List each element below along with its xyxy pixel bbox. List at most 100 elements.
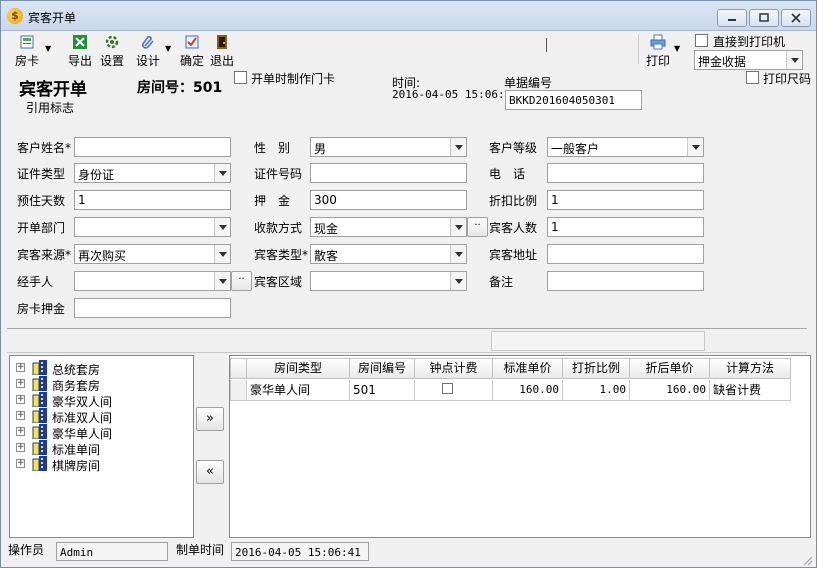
exit-icon xyxy=(217,35,227,49)
region-label: 宾客区域 xyxy=(254,275,303,289)
row-indicator[interactable] xyxy=(230,380,247,401)
expand-icon[interactable]: + xyxy=(16,379,25,388)
close-icon xyxy=(791,13,801,23)
address-label: 宾客地址 xyxy=(489,248,538,262)
id-type-label: 证件类型 xyxy=(17,167,66,181)
chevron-down-icon xyxy=(450,138,466,156)
address-field[interactable] xyxy=(547,244,704,264)
quote-flag-label: 引用标志 xyxy=(26,101,75,115)
column-header[interactable]: 折后单价 xyxy=(630,358,710,379)
confirm-icon xyxy=(185,35,199,49)
column-header[interactable]: 标准单价 xyxy=(493,358,563,379)
settings-button[interactable]: 设置 xyxy=(98,34,126,68)
customer-level-select[interactable]: 一般客户 xyxy=(547,137,704,157)
dept-label: 开单部门 xyxy=(17,221,66,235)
id-number-label: 证件号码 xyxy=(254,167,303,181)
cell-calc-method[interactable]: 缺省计费 xyxy=(710,380,791,401)
cell-discount[interactable]: 1.00 xyxy=(563,380,630,401)
confirm-button[interactable]: 确定 xyxy=(178,34,206,68)
chevron-down-icon xyxy=(687,138,703,156)
doc-no-field[interactable]: BKKD201604050301 xyxy=(505,90,642,110)
column-header[interactable]: 房间编号 xyxy=(350,358,415,379)
chevron-down-icon xyxy=(450,245,466,263)
id-number-field[interactable] xyxy=(310,163,467,183)
time-value: 2016-04-05 15:06:44 xyxy=(392,88,518,101)
expand-icon[interactable]: + xyxy=(16,363,25,372)
settings-icon xyxy=(105,35,119,49)
row-indicator-header xyxy=(230,358,247,379)
maximize-button[interactable] xyxy=(749,9,779,27)
guest-count-field[interactable]: 1 xyxy=(547,217,704,237)
restore-icon xyxy=(759,13,769,22)
form-title: 宾客开单 xyxy=(19,80,87,100)
print-dropdown-icon[interactable]: ▼ xyxy=(674,44,680,53)
title-bar[interactable]: $ 宾客开单 xyxy=(1,1,816,31)
column-header[interactable]: 房间类型 xyxy=(247,358,350,379)
source-select[interactable]: 再次购买 xyxy=(74,244,231,264)
export-button[interactable]: 导出 xyxy=(66,34,94,68)
stay-days-field[interactable]: 1 xyxy=(74,190,231,210)
room-card-dropdown-icon[interactable]: ▼ xyxy=(45,44,51,53)
cell-final-price[interactable]: 160.00 xyxy=(630,380,710,401)
made-time-field: 2016-04-05 15:06:41 xyxy=(231,542,369,561)
handler-select[interactable] xyxy=(74,271,231,291)
chevron-down-icon xyxy=(214,245,230,263)
direct-print-checkbox[interactable] xyxy=(695,34,708,47)
toolbar-separator xyxy=(546,38,547,52)
dept-select[interactable] xyxy=(74,217,231,237)
gender-select[interactable]: 男 xyxy=(310,137,467,157)
expand-icon[interactable]: + xyxy=(16,443,25,452)
column-header[interactable]: 计算方法 xyxy=(710,358,791,379)
cell-hourly[interactable] xyxy=(415,380,493,401)
remove-room-button[interactable]: « xyxy=(196,460,224,484)
guest-type-select[interactable]: 散客 xyxy=(310,244,467,264)
remark-field[interactable] xyxy=(547,271,704,291)
discount-label: 折扣比例 xyxy=(489,194,538,208)
add-room-button[interactable]: » xyxy=(196,407,224,431)
print-button[interactable]: 打印 xyxy=(644,34,672,68)
room-card-icon xyxy=(20,35,34,49)
selected-rooms-grid[interactable]: 房间类型 房间编号 钟点计费 标准单价 打折比例 折后单价 计算方法 豪华单人间… xyxy=(229,355,811,538)
cell-room-number[interactable]: 501 xyxy=(350,380,415,401)
card-deposit-field[interactable] xyxy=(74,298,231,318)
hourly-checkbox[interactable] xyxy=(442,383,453,394)
customer-name-field[interactable] xyxy=(74,137,231,157)
customer-name-label: 客户姓名* xyxy=(17,141,72,155)
expand-icon[interactable]: + xyxy=(16,427,25,436)
expand-icon[interactable]: + xyxy=(16,459,25,468)
cell-room-type[interactable]: 豪华单人间 xyxy=(247,380,350,401)
column-header[interactable]: 打折比例 xyxy=(563,358,630,379)
stay-days-label: 预住天数 xyxy=(17,194,66,208)
deposit-field[interactable]: 300 xyxy=(310,190,467,210)
gender-label: 性 别 xyxy=(254,141,291,155)
column-header[interactable]: 钟点计费 xyxy=(415,358,493,379)
payment-more-button[interactable]: ·· xyxy=(467,217,488,237)
phone-field[interactable] xyxy=(547,163,704,183)
make-card-checkbox[interactable] xyxy=(234,71,247,84)
expand-icon[interactable]: + xyxy=(16,395,25,404)
resize-grip-icon[interactable] xyxy=(801,554,813,566)
guest-checkin-window: $ 宾客开单 房卡 ▼ 导出 设置 设计 ▼ 确定 退出 打印 ▼ 直接到打印机… xyxy=(0,0,817,568)
print-code-checkbox[interactable] xyxy=(746,71,759,84)
room-type-tree[interactable]: + 总统套房 + 商务套房 + 豪华双人间 + 标准双人间 + 豪华单人间 + … xyxy=(9,355,194,538)
exit-button[interactable]: 退出 xyxy=(208,34,236,68)
region-select[interactable] xyxy=(310,271,467,291)
export-icon xyxy=(73,35,87,49)
design-button[interactable]: 设计 xyxy=(134,34,162,68)
building-icon xyxy=(32,408,47,423)
close-button[interactable] xyxy=(781,9,811,27)
building-icon xyxy=(32,456,47,471)
payment-select[interactable]: 现金 xyxy=(310,217,467,237)
paperclip-icon xyxy=(142,35,154,49)
cell-standard-price[interactable]: 160.00 xyxy=(493,380,563,401)
room-card-button[interactable]: 房卡 xyxy=(12,34,42,68)
summary-panel xyxy=(491,331,705,351)
print-template-select[interactable]: 押金收据 xyxy=(694,50,803,70)
id-type-select[interactable]: 身份证 xyxy=(74,163,231,183)
design-dropdown-icon[interactable]: ▼ xyxy=(165,44,171,53)
handler-more-button[interactable]: ·· xyxy=(231,271,252,291)
minimize-button[interactable] xyxy=(717,9,747,27)
discount-field[interactable]: 1 xyxy=(547,190,704,210)
chevron-down-icon xyxy=(450,272,466,290)
expand-icon[interactable]: + xyxy=(16,411,25,420)
